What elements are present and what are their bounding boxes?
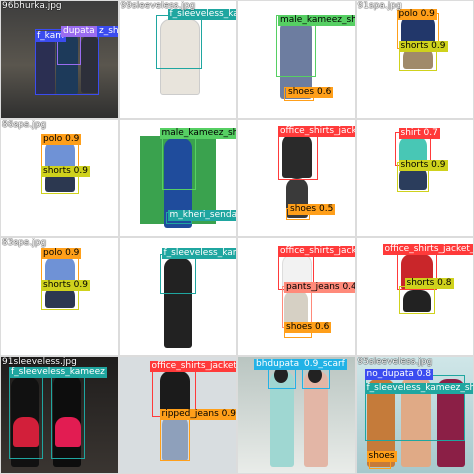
- tile-photo: [238, 356, 355, 473]
- detection-box: [302, 366, 330, 389]
- mosaic-grid: 96bhurka.jpg f_kam dupata 0.3 z_shalwar …: [0, 0, 474, 474]
- tile-11[interactable]: office_shirts_jacket_hoodie 0.9 pants_je…: [238, 238, 355, 355]
- detection-label: male_kameez_shalwar 0.5: [159, 127, 236, 139]
- detection-label: 0.9_scarf: [302, 358, 347, 370]
- tile-2[interactable]: 99sleeveless.jpg f_sleeveless_kameez_sha…: [119, 1, 236, 118]
- detection-box: [161, 133, 196, 190]
- detection-box: [159, 254, 196, 294]
- detection-label: f_sleeveless_kameez: [9, 366, 107, 378]
- detection-label: office_shirts_jacket_hoodie 0.9: [149, 360, 236, 372]
- tile-13[interactable]: 91sleeveless.jpg f_sleeveless_kameez: [1, 356, 118, 473]
- detection-box: [268, 366, 296, 389]
- detection-box: [398, 286, 435, 314]
- detection-label: polo 0.9: [41, 133, 82, 145]
- tile-1[interactable]: 96bhurka.jpg f_kam dupata 0.3 z_shalwar …: [1, 1, 118, 118]
- detection-label: shorts 0.9: [41, 165, 90, 177]
- tile-15[interactable]: bhdupata 0.8 0.9_scarf: [238, 356, 355, 473]
- tile-filename: 86spa.jpg: [2, 119, 47, 130]
- detection-label: shorts 0.9: [398, 159, 448, 171]
- detection-label: polo 0.9: [41, 248, 82, 259]
- detection-label: shorts 0.9: [41, 280, 90, 291]
- detection-box: [9, 372, 43, 459]
- detection-box: [155, 15, 202, 69]
- tile-filename: 95sleeveless.jpg: [357, 356, 433, 367]
- detection-label: shoes 0.6: [286, 87, 334, 98]
- tile-6[interactable]: male_kameez_shalwar 0.5 m_kheri_sendal 0…: [119, 119, 236, 236]
- detection-box: [278, 129, 318, 180]
- detection-box: [51, 370, 85, 459]
- tile-filename: 91spa.jpg: [357, 1, 402, 11]
- detection-label: shorts 0.8: [404, 278, 454, 289]
- detection-label: m_kheri_sendal 0.3: [167, 209, 236, 221]
- detection-label: shoes 0.5: [288, 203, 336, 215]
- detection-label: shirt 0.7: [398, 127, 440, 139]
- detection-label: f_sleeveless_kameez_shalwar 0.4: [161, 248, 236, 259]
- detection-label: shorts 0.9: [398, 41, 448, 52]
- detection-label: office_shirts_jacket_hoodie 0.9: [278, 125, 355, 137]
- tile-14[interactable]: office_shirts_jacket_hoodie 0.9 ripped_j…: [119, 356, 236, 473]
- detection-label: ripped_jeans 0.9: [159, 408, 236, 420]
- detection-label: polo 0.9: [396, 9, 437, 20]
- tile-7[interactable]: office_shirts_jacket_hoodie 0.9 shoes 0.…: [238, 119, 355, 236]
- detection-label: office_shirts_jacket_hoodie 0.4: [382, 244, 473, 255]
- tile-16[interactable]: 95sleeveless.jpg no_dupata 0.8 f_sleevel…: [356, 356, 473, 473]
- tile-9[interactable]: 83spa.jpg polo 0.9 shorts 0.9: [1, 238, 118, 355]
- tile-8[interactable]: shirt 0.7 shorts 0.9: [356, 119, 473, 236]
- detection-label: shoes 0.6: [284, 322, 332, 333]
- tile-filename: 83spa.jpg: [2, 238, 47, 248]
- detection-label: shoes: [366, 450, 397, 462]
- detection-box: [159, 412, 190, 461]
- tile-10[interactable]: f_sleeveless_kameez_shalwar 0.4: [119, 238, 236, 355]
- tile-filename: 91sleeveless.jpg: [2, 356, 77, 367]
- detection-label: z_shalwar 0.4: [97, 26, 118, 37]
- tile-5[interactable]: 86spa.jpg polo 0.9 shorts 0.9: [1, 119, 118, 236]
- tile-filename: 99sleeveless.jpg: [120, 1, 196, 11]
- tile-3[interactable]: male_kameez_shalwar 0.3 shoes 0.6: [238, 1, 355, 118]
- detection-label: male_kameez_shalwar 0.3: [278, 15, 355, 26]
- tile-4[interactable]: 91spa.jpg polo 0.9 shorts 0.9: [356, 1, 473, 118]
- detection-label: pants_jeans 0.4: [284, 282, 355, 293]
- detection-label: no_dupata 0.8: [364, 368, 434, 380]
- detection-label: f_sleeveless_kameez_shalwar: [364, 382, 473, 394]
- detection-label: office_shirts_jacket_hoodie 0.9: [278, 246, 355, 257]
- tile-12[interactable]: office_shirts_jacket_hoodie 0.4 shorts 0…: [356, 238, 473, 355]
- tile-filename: 96bhurka.jpg: [2, 1, 62, 11]
